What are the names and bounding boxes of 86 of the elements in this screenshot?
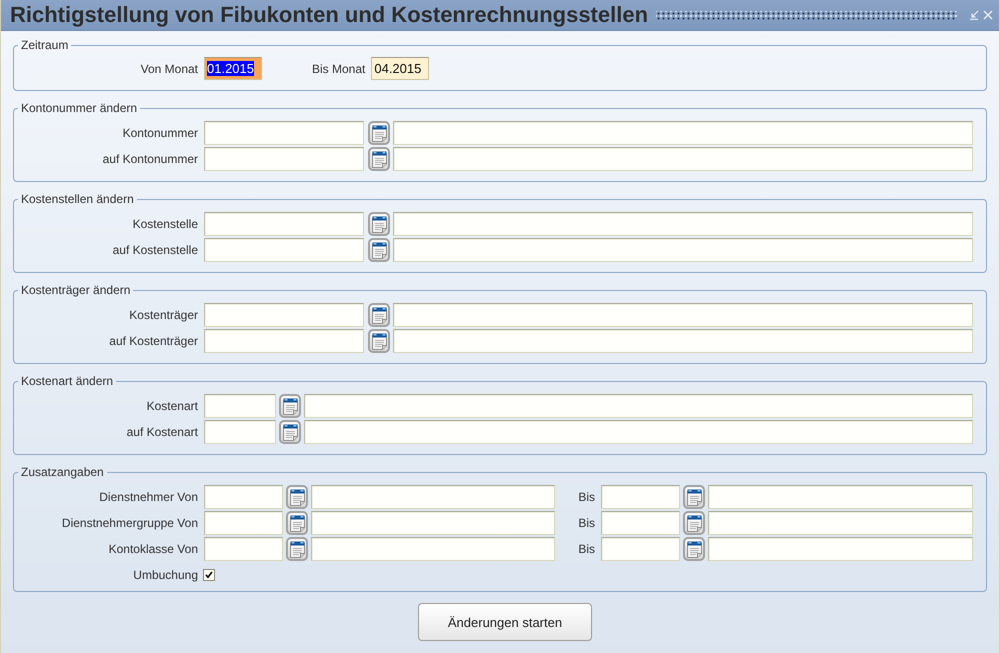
lookup-button[interactable] [286,511,308,535]
notepad-icon [282,398,298,414]
lookup-button[interactable] [286,537,308,561]
field-label: Dienstnehmer Von [98,490,199,504]
section-title: Zusatzangaben [20,465,105,479]
close-icon[interactable] [983,10,993,20]
field-label: Bis [577,516,596,530]
field-label: Kostenträger [128,308,199,322]
input-field[interactable] [311,537,555,561]
lookup-button[interactable] [683,537,705,561]
input-field[interactable] [393,238,973,262]
notepad-icon [372,332,386,350]
lookup-button[interactable] [286,485,308,509]
input-field[interactable] [393,212,973,236]
checkbox[interactable] [203,569,215,581]
section-title: Kontonummer ändern [20,101,138,115]
notepad-icon [290,488,304,506]
input-field[interactable] [204,511,283,535]
notepad-icon [290,540,304,558]
section-title: Kostenstellen ändern [20,192,135,206]
notepad-icon [686,488,702,506]
input-field[interactable] [393,147,973,171]
lookup-button[interactable] [368,303,390,327]
month-field[interactable]: 04.2015 [371,57,430,80]
input-field[interactable] [601,511,680,535]
field-label: Von Monat [140,62,199,76]
lookup-button[interactable] [279,394,301,418]
section-title: Kostenträger ändern [20,283,132,297]
input-field[interactable] [204,238,364,262]
minimize-icon[interactable] [969,10,979,20]
notepad-icon [372,150,386,168]
input-field[interactable] [393,329,973,353]
section-title: Kostenart ändern [20,374,114,388]
field-label: auf Kontonummer [102,152,199,166]
lookup-button[interactable] [368,238,390,262]
lookup-button[interactable] [683,485,705,509]
input-field[interactable] [204,303,364,327]
lookup-button[interactable] [368,212,390,236]
notepad-icon [686,514,702,532]
lookup-button[interactable] [368,121,390,145]
window-title: Richtigstellung von Fibukonten und Kostenrechnungsstellen [10,2,648,28]
field-label: auf Kostenart [126,425,199,439]
input-field[interactable] [708,511,973,535]
field-label: Bis [577,542,596,556]
input-field[interactable] [304,394,973,418]
start-changes-button[interactable]: Änderungen starten [418,603,592,641]
field-label: Kostenstelle [132,217,199,231]
input-field[interactable] [204,420,276,444]
field-label: Bis [577,490,596,504]
section-title: Zeitraum [20,38,70,52]
checkbox-label: Umbuchung [132,568,199,582]
field-label: Kostenart [146,399,199,413]
input-field[interactable] [204,394,276,418]
notepad-icon [372,124,386,142]
field-label: Kontoklasse Von [108,542,199,556]
lookup-button[interactable] [279,420,301,444]
notepad-icon [686,540,702,558]
input-field[interactable] [204,537,283,561]
notepad-icon [372,216,386,232]
input-field[interactable] [393,121,973,145]
lookup-button[interactable] [368,329,390,353]
notepad-icon [372,242,386,258]
notepad-icon [372,306,386,324]
input-field[interactable] [311,485,555,509]
lookup-button[interactable] [368,147,390,171]
input-field[interactable] [204,121,364,145]
input-field[interactable] [601,485,680,509]
field-label: Dienstnehmergruppe Von [60,516,199,530]
field-label: Kontonummer [122,126,199,140]
field-label: auf Kostenträger [108,334,199,348]
input-field[interactable] [304,420,973,444]
input-field[interactable] [708,537,973,561]
notepad-icon [282,424,298,440]
field-label: Bis Monat [312,62,366,76]
input-field[interactable] [708,485,973,509]
lookup-button[interactable] [683,511,705,535]
input-field[interactable] [601,537,680,561]
input-field[interactable] [311,511,555,535]
notepad-icon [290,514,304,532]
input-field[interactable] [204,485,283,509]
month-field[interactable]: 01.2015 [204,57,262,80]
input-field[interactable] [393,303,973,327]
field-label: auf Kostenstelle [112,243,199,257]
input-field[interactable] [204,147,364,171]
input-field[interactable] [204,212,364,236]
input-field[interactable] [204,329,364,353]
